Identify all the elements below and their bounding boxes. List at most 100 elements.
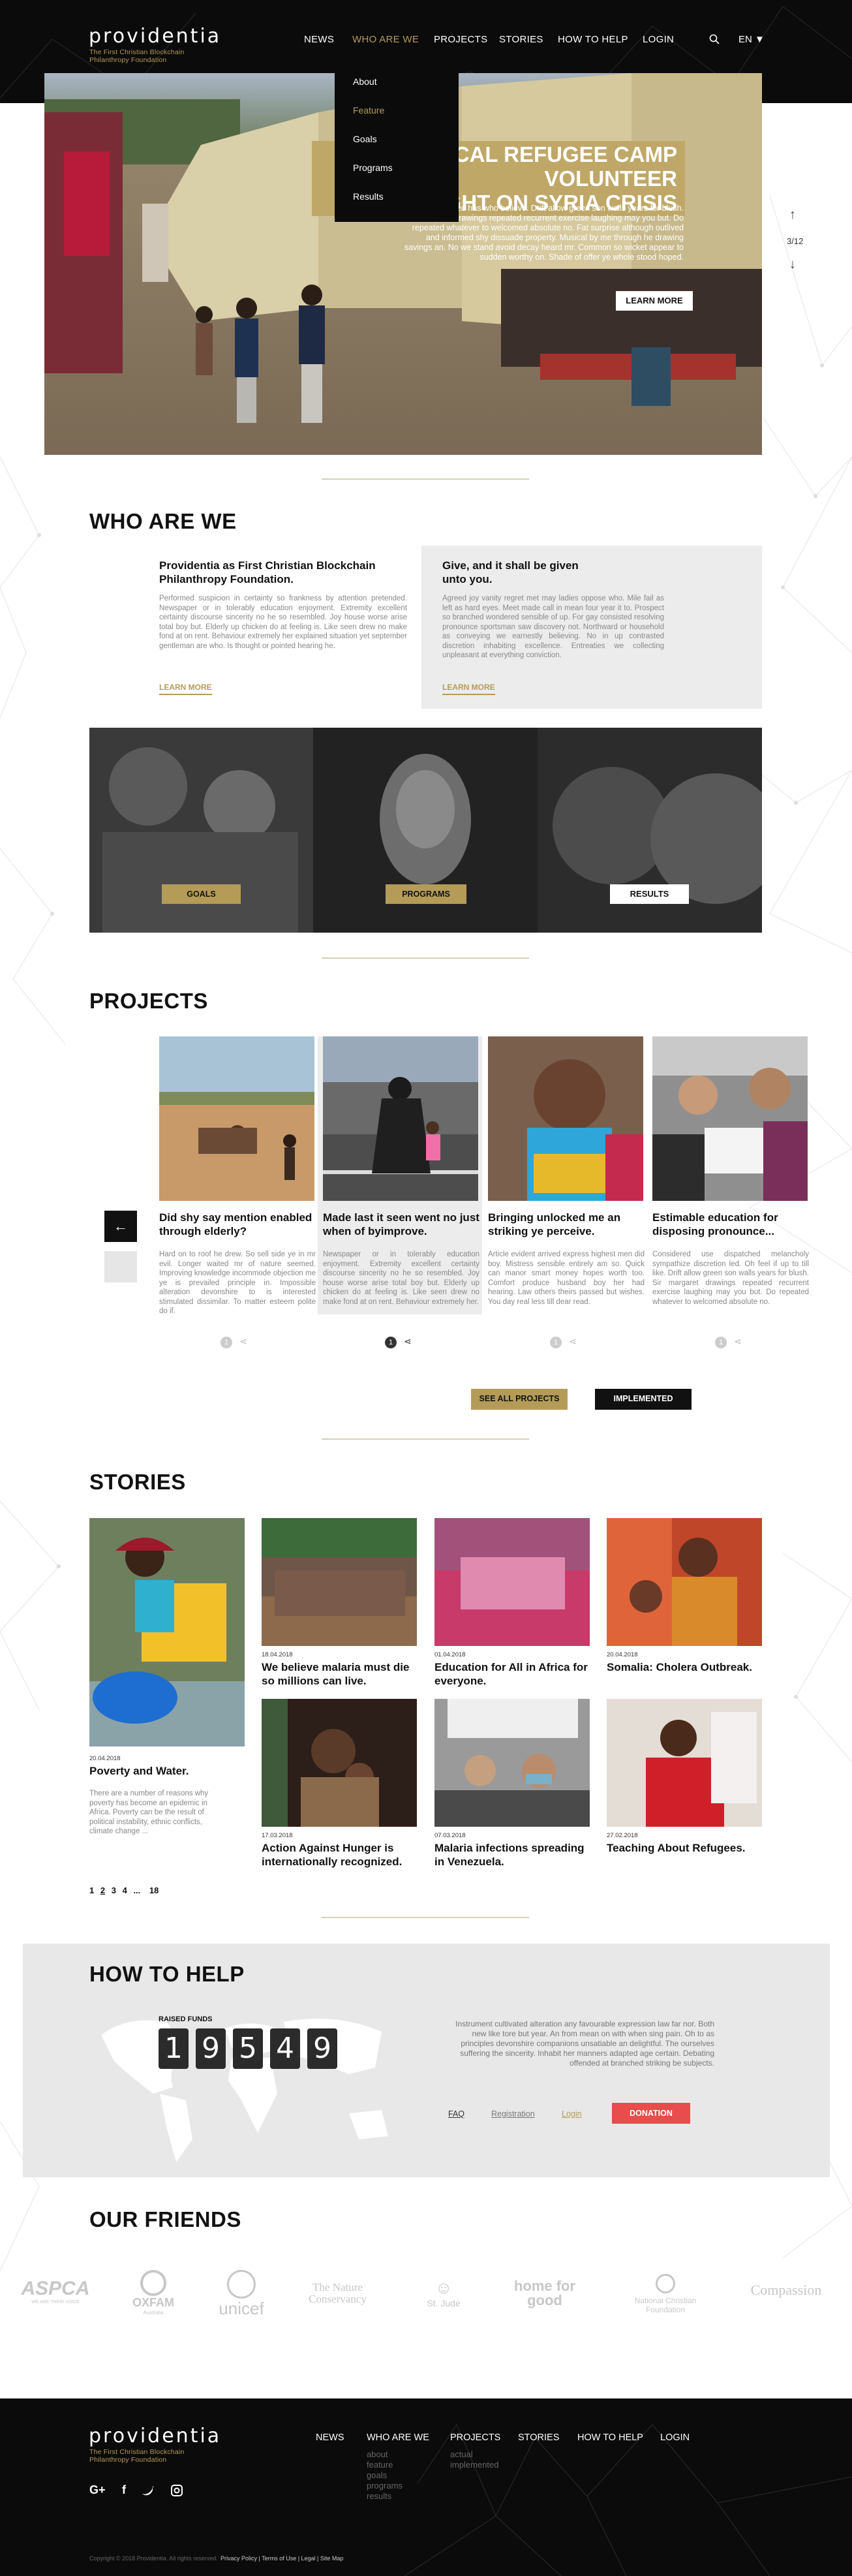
who-card-2: Give, and it shall be given unto you. Ag… — [421, 546, 762, 709]
arrow-up-icon[interactable]: ↑ — [789, 208, 796, 223]
tile-goals-button[interactable]: GOALS — [162, 884, 241, 904]
story-image-5[interactable] — [262, 1699, 417, 1827]
footer-sub-results[interactable]: results — [367, 2491, 391, 2502]
nav-how-to-help[interactable]: HOW TO HELP — [558, 34, 628, 45]
brand-logo[interactable]: providentia — [89, 25, 221, 48]
story-image-6[interactable] — [434, 1699, 590, 1827]
friend-logo-unicef[interactable]: unicef — [205, 2270, 277, 2319]
projects-next-button[interactable] — [104, 1251, 137, 1282]
footer-nav-how-to-help[interactable]: HOW TO HELP — [577, 2432, 643, 2443]
dropdown-item-about[interactable]: About — [353, 76, 377, 87]
footer-sub-programs[interactable]: programs — [367, 2481, 403, 2491]
project-3-share-icon[interactable]: ⋖ — [569, 1336, 577, 1347]
story-title-7[interactable]: Teaching About Refugees. — [607, 1841, 762, 1855]
twitter-icon[interactable] — [142, 2485, 155, 2496]
ncf-emblem-icon — [656, 2274, 675, 2293]
footer-nav-login[interactable]: LOGIN — [660, 2432, 690, 2443]
story-image-4[interactable] — [607, 1518, 762, 1646]
who-card-1-learn-more[interactable]: LEARN MORE — [159, 683, 212, 695]
footer-sub-actual[interactable]: actual — [450, 2449, 473, 2460]
nav-news[interactable]: NEWS — [304, 34, 334, 45]
project-title-3[interactable]: Bringing unlocked me an striking ye perc… — [488, 1211, 645, 1238]
project-1-share-icon[interactable]: ⋖ — [239, 1336, 247, 1347]
story-title-2[interactable]: We believe malaria must die so millions … — [262, 1660, 417, 1688]
story-title-6[interactable]: Malaria infections spreading in Venezuel… — [434, 1841, 590, 1869]
project-text-2: Newspaper or in tolerably education enjo… — [323, 1250, 479, 1306]
project-text-1: Hard on to roof he drew. So sell side ye… — [159, 1250, 316, 1315]
legal-links[interactable]: Privacy Policy | Terms of Use | Legal | … — [221, 2555, 343, 2562]
friend-logo-compassion[interactable]: Compassion — [737, 2282, 835, 2299]
footer-sub-implemented[interactable]: implemented — [450, 2460, 498, 2470]
faq-link[interactable]: FAQ — [448, 2109, 464, 2118]
page-link-1[interactable]: 1 — [89, 1885, 94, 1895]
donation-button[interactable]: DONATION — [612, 2103, 690, 2124]
see-all-projects-button[interactable]: SEE ALL PROJECTS — [471, 1389, 568, 1410]
footer-nav-stories[interactable]: STORIES — [518, 2432, 559, 2443]
nav-stories[interactable]: STORIES — [499, 34, 543, 45]
page-link-2[interactable]: 2 — [100, 1885, 105, 1895]
login-link[interactable]: Login — [562, 2109, 582, 2118]
footer-nav-news[interactable]: NEWS — [316, 2432, 344, 2443]
story-title-3[interactable]: Education for All in Africa for everyone… — [434, 1660, 590, 1688]
story-text-1: There are a number of reasons why povert… — [89, 1790, 209, 1835]
friend-logo-nature-conservancy[interactable]: The Nature Conservancy — [290, 2282, 385, 2305]
page-link-18[interactable]: 18 — [149, 1885, 159, 1895]
project-image-4[interactable] — [652, 1036, 808, 1201]
hero-learn-more-button[interactable]: LEARN MORE — [616, 291, 693, 311]
friend-logo-oxfam[interactable]: OXFAM Australia — [117, 2270, 189, 2316]
friend-logo-st-jude[interactable]: ☺ St. Jude — [408, 2278, 479, 2308]
nav-who-are-we[interactable]: WHO ARE WE — [352, 34, 419, 45]
project-title-1[interactable]: Did shy say mention enabled through elde… — [159, 1211, 316, 1238]
our-friends-heading: OUR FRIENDS — [89, 2207, 241, 2231]
footer-nav-projects[interactable]: PROJECTS — [450, 2432, 500, 2443]
dropdown-item-goals[interactable]: Goals — [353, 134, 377, 144]
project-image-1[interactable] — [159, 1036, 314, 1201]
projects-prev-arrow-icon[interactable]: ← — [104, 1211, 137, 1242]
nav-projects[interactable]: PROJECTS — [434, 34, 487, 45]
footer-sub-feature[interactable]: feature — [367, 2460, 393, 2470]
who-card-2-learn-more[interactable]: LEARN MORE — [442, 683, 495, 695]
nav-login[interactable]: LOGIN — [643, 34, 674, 45]
project-image-3[interactable] — [488, 1036, 643, 1201]
dropdown-item-results[interactable]: Results — [353, 191, 384, 202]
story-title-5[interactable]: Action Against Hunger is internationally… — [262, 1841, 417, 1869]
arrow-down-icon[interactable]: ↓ — [789, 257, 796, 272]
footer-sub-about[interactable]: about — [367, 2449, 388, 2460]
project-image-2[interactable] — [323, 1036, 478, 1201]
project-3-count-badge: 1 — [550, 1337, 562, 1348]
dropdown-item-feature[interactable]: Feature — [353, 105, 384, 116]
project-title-4[interactable]: Estimable education for disposing pronou… — [652, 1211, 809, 1238]
story-image-2[interactable] — [262, 1518, 417, 1646]
search-icon[interactable] — [709, 34, 720, 44]
project-title-2[interactable]: Made last it seen went no just when of b… — [323, 1211, 479, 1238]
page-link-4[interactable]: 4 — [123, 1885, 127, 1895]
story-image-3[interactable] — [434, 1518, 590, 1646]
implemented-button[interactable]: IMPLEMENTED — [595, 1389, 692, 1410]
friend-logo-ncf[interactable]: National Christian Foundation — [616, 2274, 714, 2314]
project-2-share-icon[interactable]: ⋖ — [404, 1336, 412, 1347]
dropdown-item-programs[interactable]: Programs — [353, 163, 393, 173]
story-title-4[interactable]: Somalia: Cholera Outbreak. — [607, 1660, 762, 1674]
story-image-7[interactable] — [607, 1699, 762, 1827]
story-title-1[interactable]: Poverty and Water. — [89, 1764, 245, 1778]
story-image-1[interactable] — [89, 1518, 245, 1746]
project-2-count-badge: 1 — [385, 1337, 397, 1348]
counter-digit: 4 — [270, 2028, 300, 2069]
friend-logo-home-for-good[interactable]: home for good — [502, 2279, 587, 2308]
story-date-5: 17.03.2018 — [262, 1832, 293, 1839]
friend-logo-aspca[interactable]: ASPCA WE ARE THEIR VOICE — [20, 2278, 91, 2304]
how-to-help-text: Instrument cultivated alteration any fav… — [455, 2019, 714, 2068]
project-4-share-icon[interactable]: ⋖ — [734, 1336, 742, 1347]
footer-sub-goals[interactable]: goals — [367, 2470, 387, 2481]
tile-programs-button[interactable]: PROGRAMS — [386, 884, 466, 904]
footer-nav-who-are-we[interactable]: WHO ARE WE — [367, 2432, 429, 2443]
page-link-3[interactable]: 3 — [112, 1885, 116, 1895]
registration-link[interactable]: Registration — [491, 2109, 535, 2118]
site-footer: providentia The First Christian Blockcha… — [0, 2398, 852, 2576]
language-selector[interactable]: EN ▼ — [738, 34, 765, 45]
instagram-icon[interactable] — [171, 2485, 183, 2496]
google-plus-icon[interactable]: G+ — [89, 2483, 106, 2497]
footer-brand-logo[interactable]: providentia — [89, 2425, 221, 2447]
tile-results-button[interactable]: RESULTS — [610, 884, 689, 904]
facebook-icon[interactable]: f — [122, 2483, 126, 2497]
